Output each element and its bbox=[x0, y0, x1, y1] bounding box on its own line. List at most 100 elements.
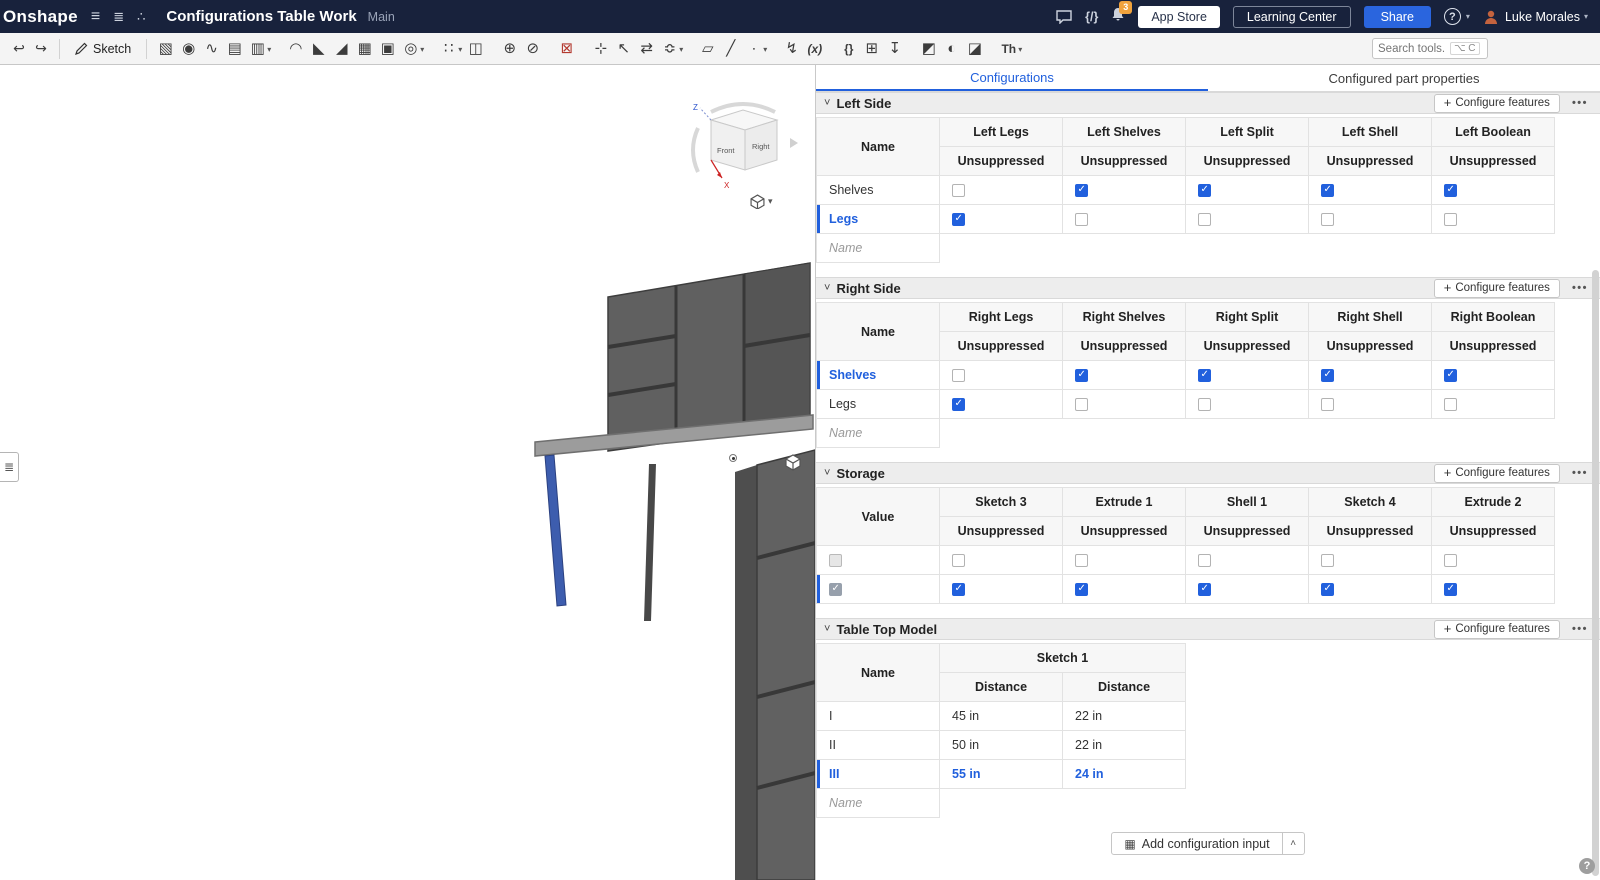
config-name-cell[interactable]: Legs bbox=[817, 390, 940, 419]
storage-section-header[interactable]: ˅ Storage + Configure features ••• bbox=[816, 462, 1600, 484]
config-row[interactable]: Legs bbox=[817, 205, 1555, 234]
suppression-checkbox[interactable] bbox=[1321, 184, 1334, 197]
collapse-chevron-icon[interactable]: ˅ bbox=[824, 98, 830, 109]
distance-value-cell[interactable]: 22 in bbox=[1063, 731, 1186, 760]
suppression-checkbox[interactable] bbox=[952, 398, 965, 411]
tab-configured-part-properties[interactable]: Configured part properties bbox=[1208, 65, 1600, 91]
thicken-icon[interactable]: ▥ bbox=[246, 41, 269, 56]
hole-icon[interactable]: ◎ bbox=[399, 41, 422, 56]
featurescript-icon[interactable]: {} bbox=[837, 43, 860, 55]
add-input-dropdown-button[interactable]: ˄ bbox=[1283, 832, 1305, 855]
config-row[interactable] bbox=[817, 546, 1555, 575]
point-icon[interactable]: ∙ bbox=[742, 41, 765, 56]
extrude-icon[interactable]: ▧ bbox=[154, 41, 177, 56]
table-leg[interactable] bbox=[644, 464, 656, 621]
fillet-icon[interactable]: ◠ bbox=[284, 41, 307, 56]
panel-scrollbar[interactable] bbox=[1592, 270, 1599, 876]
plane-icon[interactable]: ▱ bbox=[696, 41, 719, 56]
suppression-checkbox[interactable] bbox=[1198, 554, 1211, 567]
loft-icon[interactable]: ▤ bbox=[223, 41, 246, 56]
table-top-section-header[interactable]: ˅ Table Top Model + Configure features •… bbox=[816, 618, 1600, 640]
section-view-icon[interactable]: ◩ bbox=[917, 41, 940, 56]
suppression-checkbox[interactable] bbox=[952, 369, 965, 382]
split-icon[interactable]: ⊘ bbox=[521, 41, 544, 56]
suppression-checkbox[interactable] bbox=[1075, 554, 1088, 567]
config-name-cell[interactable]: II bbox=[817, 731, 940, 760]
suppression-checkbox[interactable] bbox=[1075, 398, 1088, 411]
panel-help-icon[interactable]: ? bbox=[1579, 858, 1595, 874]
suppression-checkbox[interactable] bbox=[952, 554, 965, 567]
suppression-checkbox[interactable] bbox=[952, 213, 965, 226]
config-row[interactable]: I 45 in 22 in bbox=[817, 702, 1186, 731]
configure-features-button[interactable]: + Configure features bbox=[1434, 464, 1560, 483]
distance-value-cell[interactable]: 50 in bbox=[940, 731, 1063, 760]
config-row[interactable]: II 50 in 22 in bbox=[817, 731, 1186, 760]
suppression-checkbox[interactable] bbox=[1198, 583, 1211, 596]
storage-unit-side[interactable] bbox=[735, 465, 757, 880]
derived-icon[interactable]: ⊞ bbox=[860, 41, 883, 56]
user-menu[interactable]: Luke Morales ▾ bbox=[1483, 9, 1588, 25]
thicken-dropdown-icon[interactable]: ▾ bbox=[267, 45, 271, 54]
line-icon[interactable]: ╱ bbox=[719, 41, 742, 56]
linear-pattern-dropdown-icon[interactable]: ▾ bbox=[458, 45, 462, 54]
config-row[interactable] bbox=[817, 575, 1555, 604]
versions-icon[interactable]: ≣ bbox=[113, 10, 124, 23]
suppression-checkbox[interactable] bbox=[952, 583, 965, 596]
point-dropdown-icon[interactable]: ▾ bbox=[763, 45, 767, 54]
help-icon[interactable]: ? bbox=[1444, 8, 1461, 25]
workspace-name[interactable]: Main bbox=[368, 10, 395, 24]
config-name-cell[interactable]: III bbox=[817, 760, 940, 789]
viewcube-front-label[interactable]: Front bbox=[717, 146, 735, 155]
config-name-cell[interactable]: Legs bbox=[817, 205, 940, 234]
config-row[interactable]: Shelves bbox=[817, 176, 1555, 205]
storage-unit[interactable] bbox=[757, 450, 815, 880]
sheet-metal-icon[interactable]: ◪ bbox=[963, 41, 986, 56]
new-config-row[interactable]: Name bbox=[817, 419, 1555, 448]
origin-point[interactable] bbox=[729, 454, 737, 462]
overflow-menu-icon[interactable]: ••• bbox=[1572, 97, 1588, 109]
chat-icon[interactable] bbox=[1056, 10, 1072, 24]
suppression-checkbox[interactable] bbox=[1444, 184, 1457, 197]
variable-icon[interactable]: (x) bbox=[803, 43, 826, 55]
view-cube[interactable]: Front Right Z X bbox=[686, 98, 801, 203]
config-row[interactable]: Legs bbox=[817, 390, 1555, 419]
draft-icon[interactable]: ◢ bbox=[330, 41, 353, 56]
config-name-cell[interactable]: Shelves bbox=[817, 361, 940, 390]
suppression-checkbox[interactable] bbox=[1321, 554, 1334, 567]
suppression-checkbox[interactable] bbox=[1198, 369, 1211, 382]
delete-part-icon[interactable]: ⊠ bbox=[555, 41, 578, 56]
distance-value-cell[interactable]: 45 in bbox=[940, 702, 1063, 731]
value-checkbox[interactable] bbox=[829, 554, 842, 567]
helix-icon[interactable]: ↯ bbox=[780, 41, 803, 56]
rotate-right-icon[interactable] bbox=[790, 138, 798, 148]
new-config-row[interactable]: Name bbox=[817, 234, 1555, 263]
transform-icon[interactable]: ⊹ bbox=[589, 41, 612, 56]
suppression-checkbox[interactable] bbox=[1444, 369, 1457, 382]
new-config-name-input[interactable]: Name bbox=[817, 789, 940, 818]
revolve-icon[interactable]: ◉ bbox=[177, 41, 200, 56]
replace-face-icon[interactable]: ⇄ bbox=[635, 41, 658, 56]
suppression-checkbox[interactable] bbox=[1321, 583, 1334, 596]
suppression-checkbox[interactable] bbox=[1444, 583, 1457, 596]
suppression-checkbox[interactable] bbox=[1321, 213, 1334, 226]
overflow-menu-icon[interactable]: ••• bbox=[1572, 623, 1588, 635]
new-config-name-input[interactable]: Name bbox=[817, 419, 940, 448]
suppression-checkbox[interactable] bbox=[952, 184, 965, 197]
suppression-checkbox[interactable] bbox=[1075, 369, 1088, 382]
undo-icon[interactable]: ↩ bbox=[8, 40, 30, 57]
rib-icon[interactable]: ▦ bbox=[353, 41, 376, 56]
learning-center-button[interactable]: Learning Center bbox=[1233, 6, 1351, 28]
rotate-arrow-icon[interactable] bbox=[693, 128, 698, 172]
share-button[interactable]: Share bbox=[1364, 6, 1431, 28]
config-name-cell[interactable]: I bbox=[817, 702, 940, 731]
collapse-chevron-icon[interactable]: ˅ bbox=[824, 283, 830, 294]
suppression-checkbox[interactable] bbox=[1075, 184, 1088, 197]
suppression-checkbox[interactable] bbox=[1444, 398, 1457, 411]
feature-list-toggle[interactable]: ≣ bbox=[0, 452, 19, 482]
onshape-logo[interactable]: Onshape bbox=[3, 7, 78, 27]
redo-icon[interactable]: ↪ bbox=[30, 40, 52, 57]
shell-icon[interactable]: ▣ bbox=[376, 41, 399, 56]
chamfer-icon[interactable]: ◣ bbox=[307, 41, 330, 56]
table-leg-selected[interactable] bbox=[545, 455, 566, 606]
boolean-icon[interactable]: ⊕ bbox=[498, 41, 521, 56]
